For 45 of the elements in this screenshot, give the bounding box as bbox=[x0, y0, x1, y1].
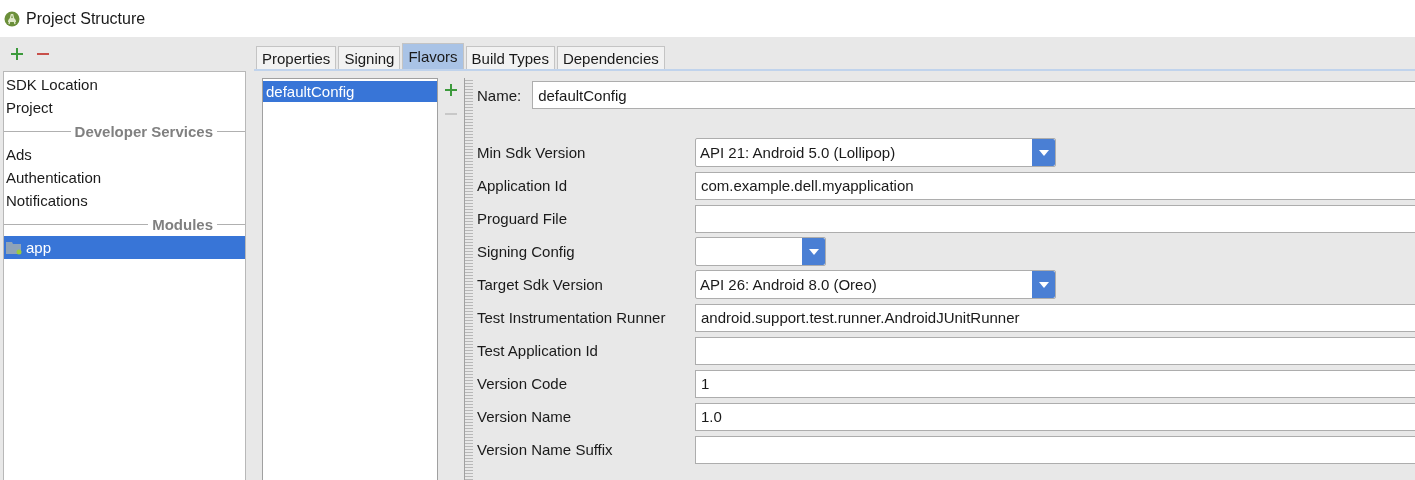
text-field[interactable] bbox=[695, 336, 1415, 365]
sidebar-item[interactable]: Project bbox=[4, 96, 245, 119]
section-header: Modules bbox=[152, 215, 213, 233]
text-field[interactable]: 1 bbox=[695, 369, 1415, 398]
field-label: Version Name bbox=[477, 408, 573, 425]
tab[interactable]: Flavors bbox=[402, 43, 464, 69]
dropdown[interactable]: API 26: Android 8.0 (Oreo) bbox=[695, 270, 1056, 299]
text-field[interactable]: android.support.test.runner.AndroidJUnitRunner bbox=[695, 303, 1415, 332]
caret-icon bbox=[1038, 281, 1049, 288]
dropdown[interactable] bbox=[695, 237, 826, 266]
text-field[interactable] bbox=[695, 435, 1415, 464]
field-label: Version Code bbox=[477, 375, 569, 392]
field-label: Target Sdk Version bbox=[477, 276, 604, 293]
sidebar-item[interactable]: Authentication bbox=[4, 166, 245, 189]
tab[interactable]: Dependencies bbox=[556, 46, 665, 69]
window-title: Project Structure bbox=[26, 9, 146, 28]
tab[interactable]: Signing bbox=[338, 46, 401, 69]
field-label: Version Name Suffix bbox=[477, 441, 614, 458]
dropdown[interactable]: API 21: Android 5.0 (Lollipop) bbox=[695, 138, 1056, 167]
sidebar-item[interactable]: SDK Location bbox=[4, 73, 245, 96]
field-label: Min Sdk Version bbox=[477, 144, 587, 161]
flavor-item[interactable]: defaultConfig bbox=[263, 81, 437, 102]
folder-icon bbox=[6, 240, 22, 255]
add-icon[interactable] bbox=[444, 83, 458, 97]
add-icon[interactable] bbox=[10, 47, 24, 61]
sidebar-item[interactable]: Ads bbox=[4, 143, 245, 166]
field-label: Test Instrumentation Runner bbox=[477, 309, 667, 326]
field-label: Proguard File bbox=[477, 210, 569, 227]
name-field[interactable]: defaultConfig bbox=[532, 81, 1415, 109]
tab[interactable]: Properties bbox=[256, 46, 337, 69]
caret-icon bbox=[1038, 149, 1049, 156]
caret-icon bbox=[808, 248, 819, 255]
text-field[interactable]: com.example.dell.myapplication bbox=[695, 171, 1415, 200]
field-label: Name: bbox=[477, 86, 522, 104]
field-label: Test Application Id bbox=[477, 342, 599, 359]
field-label: Application Id bbox=[477, 177, 569, 194]
sidebar-item[interactable]: Notifications bbox=[4, 189, 245, 212]
tab[interactable]: Build Types bbox=[465, 46, 555, 69]
android-icon bbox=[4, 10, 20, 27]
section-header: Developer Services bbox=[74, 122, 213, 140]
field-label: Signing Config bbox=[477, 243, 576, 260]
text-field[interactable] bbox=[695, 204, 1415, 233]
text-field[interactable]: 1.0 bbox=[695, 402, 1415, 431]
splitter-handle[interactable] bbox=[464, 78, 473, 480]
sidebar-item[interactable]: app bbox=[4, 236, 245, 259]
